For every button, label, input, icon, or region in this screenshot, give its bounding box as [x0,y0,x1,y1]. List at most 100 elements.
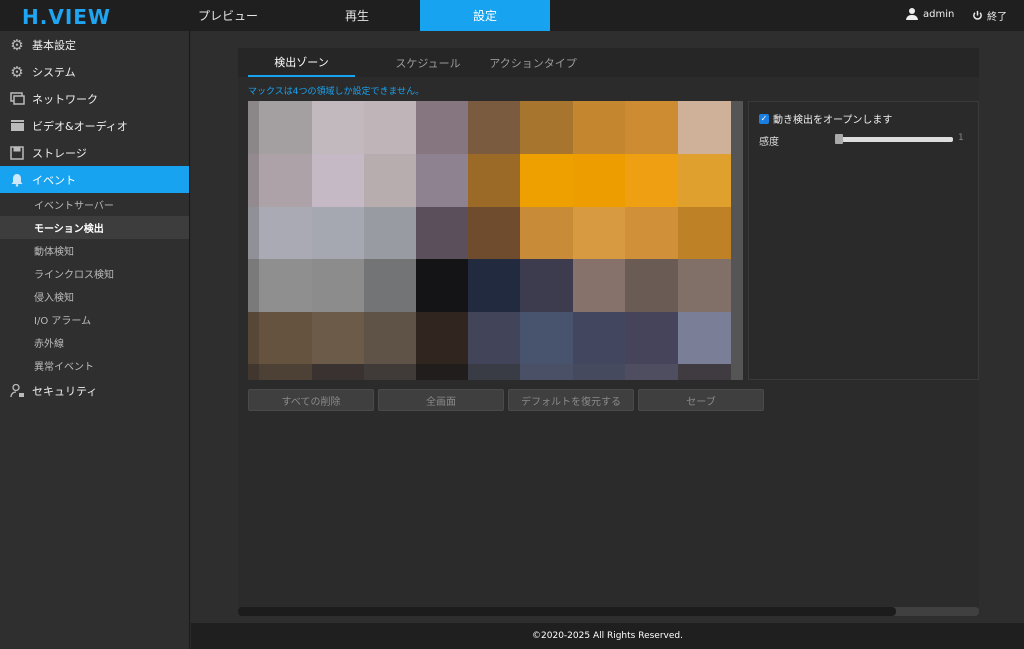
sidebar-item-label: イベント [32,173,76,187]
sidebar-item-basic[interactable]: ⚙ 基本設定 [0,31,189,58]
mosaic-block [520,154,573,207]
sidebar-item-security[interactable]: セキュリティ [0,377,189,404]
enable-motion-row[interactable]: ✓ 動き検出をオープンします [759,111,892,126]
sensitivity-value: 1 [958,133,964,143]
mosaic-block [364,154,416,207]
mosaic-block [573,312,625,364]
sidebar: ⚙ 基本設定 ⚙ システム ネットワーク ビデオ&オーディオ ストレージ イベン… [0,31,190,649]
sidebar-sub-io-alarm[interactable]: I/O アラーム [0,308,189,331]
mosaic-block [364,364,416,380]
tab-detection-zone[interactable]: 検出ゾーン [248,48,355,77]
sidebar-item-event[interactable]: イベント [0,166,189,193]
floppy-icon [8,145,26,161]
gears-icon: ⚙ [10,62,24,81]
mosaic-block [248,207,259,259]
mosaic-block [468,154,520,207]
mosaic-block [259,207,312,259]
mosaic-block [468,207,520,259]
tab-schedule[interactable]: スケジュール [378,48,478,77]
mosaic-block [416,312,468,364]
mosaic-block [625,101,678,154]
sidebar-item-storage[interactable]: ストレージ [0,139,189,166]
nav-playback[interactable]: 再生 [319,0,395,31]
mosaic-block [312,207,364,259]
mosaic-block [259,101,312,154]
gear-icon: ⚙ [10,35,24,54]
sidebar-item-label: セキュリティ [32,384,98,398]
user-icon [906,8,918,20]
restore-default-button[interactable]: デフォルトを復元する [508,389,634,411]
mosaic-block [259,312,312,364]
network-icon [8,91,26,107]
sensitivity-slider-handle[interactable] [835,134,843,144]
mosaic-block [678,364,731,380]
sidebar-item-label: ネットワーク [32,92,98,106]
mosaic-block [625,312,678,364]
sidebar-sub-motion-detection[interactable]: モーション検出 [0,216,189,239]
mosaic-block [248,259,259,312]
mosaic-block [625,207,678,259]
mosaic-block [416,207,468,259]
power-icon [973,10,982,20]
mosaic-block [573,154,625,207]
nav-settings[interactable]: 設定 [420,0,550,31]
mosaic-block [468,101,520,154]
nav-preview[interactable]: プレビュー [190,0,266,31]
mosaic-block [416,101,468,154]
logout-button[interactable]: 終了 [972,8,1007,23]
mosaic-block [625,259,678,312]
mosaic-block [678,259,731,312]
mosaic-block [364,207,416,259]
mosaic-block [573,364,625,380]
sidebar-item-network[interactable]: ネットワーク [0,85,189,112]
mosaic-block [520,312,573,364]
save-button[interactable]: セーブ [638,389,764,411]
scrollbar-thumb[interactable] [238,607,896,616]
sidebar-sub-infrared[interactable]: 赤外線 [0,331,189,354]
mosaic-block [312,364,364,380]
user-menu[interactable]: admin [906,8,954,20]
mosaic-block [248,364,259,380]
mosaic-block [248,154,259,207]
delete-all-button[interactable]: すべての削除 [248,389,374,411]
enable-motion-label: 動き検出をオープンします [773,115,893,126]
motion-settings-panel: ✓ 動き検出をオープンします 感度 1 [748,101,979,380]
logout-label: 終了 [987,12,1007,23]
sidebar-item-video-audio[interactable]: ビデオ&オーディオ [0,112,189,139]
sidebar-sub-event-server[interactable]: イベントサーバー [0,193,189,216]
sidebar-sub-exception[interactable]: 異常イベント [0,354,189,377]
mosaic-block [625,154,678,207]
mosaic-block [678,154,731,207]
footer-copyright: ©2020-2025 All Rights Reserved. [191,623,1024,649]
sidebar-sub-object-detection[interactable]: 動体検知 [0,239,189,262]
enable-motion-checkbox[interactable]: ✓ [759,113,769,124]
brand-logo: H.VIEW [22,5,111,29]
sidebar-item-label: 基本設定 [32,38,76,52]
mosaic-block [364,101,416,154]
horizontal-scrollbar[interactable] [238,607,979,616]
mosaic-block [248,101,259,154]
full-screen-button[interactable]: 全画面 [378,389,504,411]
bell-icon [8,172,26,188]
mosaic-block [573,207,625,259]
sidebar-sub-intrusion[interactable]: 侵入検知 [0,285,189,308]
sidebar-item-label: ストレージ [32,146,87,160]
sidebar-item-label: システム [32,65,76,79]
sidebar-sub-line-cross[interactable]: ラインクロス検知 [0,262,189,285]
mosaic-block [248,312,259,364]
mosaic-block [678,312,731,364]
mosaic-block [259,364,312,380]
mosaic-block [520,364,573,380]
mosaic-block [468,312,520,364]
mosaic-block [312,101,364,154]
sidebar-item-system[interactable]: ⚙ システム [0,58,189,85]
tab-action-type[interactable]: アクションタイプ [483,48,583,77]
clapper-icon [8,118,26,134]
zone-limit-notice: マックスは4つの領域しか設定できません。 [248,87,425,97]
video-preview[interactable] [248,101,743,380]
mosaic-block [312,312,364,364]
mosaic-block [259,154,312,207]
mosaic-block [416,364,468,380]
tab-bar: 検出ゾーン スケジュール アクションタイプ [238,48,979,77]
sensitivity-slider-track[interactable] [837,137,953,142]
